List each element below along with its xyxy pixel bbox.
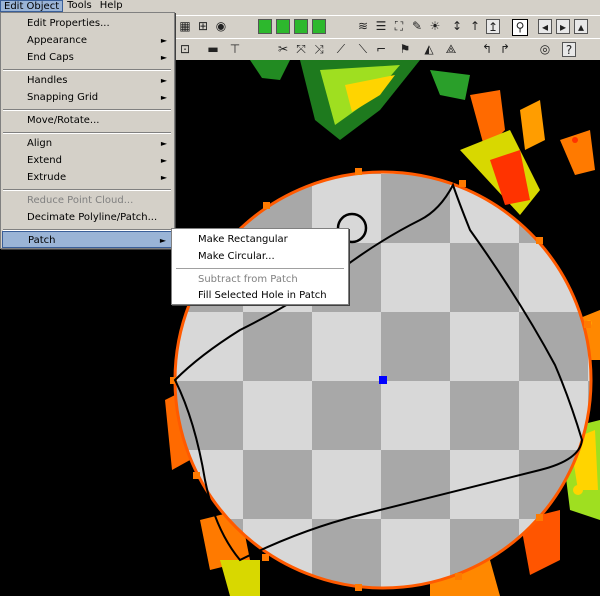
menu-item-label: Handles: [27, 75, 68, 86]
axis-x-icon[interactable]: ↕: [450, 19, 464, 34]
green-panel-icon[interactable]: [258, 19, 272, 34]
menu-item-label: Move/Rotate...: [27, 115, 100, 126]
menu-separator: [3, 109, 171, 111]
clip-icon[interactable]: ⤨: [312, 42, 326, 57]
menu-item-reduce-point-cloud[interactable]: Reduce Point Cloud...: [2, 192, 173, 209]
menu-item-snapping-grid[interactable]: Snapping Grid ►: [2, 89, 173, 106]
menu-item-label: Snapping Grid: [27, 92, 99, 103]
menu-item-move-rotate[interactable]: Move/Rotate...: [2, 112, 173, 129]
axis-z-icon[interactable]: ↥: [486, 19, 500, 34]
nav-right-icon[interactable]: ▸: [556, 19, 570, 34]
submenu-item-label: Make Circular...: [198, 251, 275, 262]
menu-help[interactable]: Help: [96, 0, 127, 12]
submenu-arrow-icon: ►: [160, 139, 167, 148]
menu-item-label: End Caps: [27, 52, 74, 63]
submenu-arrow-icon: ►: [160, 156, 167, 165]
submenu-arrow-icon: ►: [160, 53, 167, 62]
submenu-item-label: Subtract from Patch: [198, 274, 298, 285]
menu-item-patch[interactable]: Patch ►: [2, 231, 173, 248]
menu-tools[interactable]: Tools: [63, 0, 96, 12]
dimension-icon[interactable]: ⊡: [178, 42, 192, 57]
menu-item-label: Appearance: [27, 35, 88, 46]
green-panel-icon[interactable]: [312, 19, 326, 34]
slice-icon[interactable]: ⟋: [334, 42, 348, 57]
marker-icon[interactable]: ⚑: [398, 42, 412, 57]
menu-separator: [3, 69, 171, 71]
menu-item-decimate[interactable]: Decimate Polyline/Patch...: [2, 209, 173, 226]
menu-item-extend[interactable]: Extend ►: [2, 152, 173, 169]
submenu-arrow-icon: ►: [160, 93, 167, 102]
menu-edit-object[interactable]: Edit Object: [0, 0, 64, 12]
sample-icon[interactable]: ⛶: [392, 19, 406, 34]
green-panel-icon[interactable]: [276, 19, 290, 34]
scissors-icon[interactable]: ✂: [276, 42, 290, 57]
filter-icon[interactable]: ⟁: [444, 42, 458, 57]
menu-item-align[interactable]: Align ►: [2, 135, 173, 152]
submenu-item-subtract-from-patch[interactable]: Subtract from Patch: [174, 271, 346, 288]
toolbar-row-1: ▦ ⊞ ◉ ≋ ☰ ⛶ ✎ ☀ ↕ ↑ ↥ ⚲ ◂ ▸ ▴: [176, 15, 600, 39]
circle-icon[interactable]: ◉: [214, 19, 228, 34]
menu-item-label: Reduce Point Cloud...: [27, 195, 134, 206]
submenu-separator: [176, 268, 344, 269]
menu-item-handles[interactable]: Handles ►: [2, 72, 173, 89]
elbow-icon[interactable]: ↱: [498, 42, 512, 57]
grid-icon[interactable]: ▦: [178, 19, 192, 34]
trim-icon[interactable]: ⟍: [356, 42, 370, 57]
pen-icon[interactable]: ✎: [410, 19, 424, 34]
layers-icon[interactable]: ☰: [374, 19, 388, 34]
submenu-arrow-icon: ►: [160, 173, 167, 182]
menu-separator: [3, 132, 171, 134]
measure-icon[interactable]: ⊤: [228, 42, 242, 57]
menu-item-label: Align: [27, 138, 53, 149]
edit-object-dropdown: Edit Properties... Appearance ► End Caps ►…: [0, 12, 175, 249]
patch-submenu: Make Rectangular Make Circular... Subtra…: [171, 228, 349, 305]
submenu-arrow-icon: ►: [160, 76, 167, 85]
bracket-icon[interactable]: ⌐: [374, 42, 388, 57]
pipe-icon[interactable]: ↰: [480, 42, 494, 57]
nav-up-icon[interactable]: ▴: [574, 19, 588, 34]
menu-item-edit-properties[interactable]: Edit Properties...: [2, 15, 173, 32]
menu-item-extrude[interactable]: Extrude ►: [2, 169, 173, 186]
menu-item-label: Extend: [27, 155, 62, 166]
help-icon[interactable]: ?: [562, 42, 576, 57]
nav-left-icon[interactable]: ◂: [538, 19, 552, 34]
menu-item-label: Patch: [28, 235, 56, 246]
align-icon[interactable]: ⊞: [196, 19, 210, 34]
menu-item-appearance[interactable]: Appearance ►: [2, 32, 173, 49]
submenu-item-make-circular[interactable]: Make Circular...: [174, 248, 346, 265]
green-panel-icon[interactable]: [294, 19, 308, 34]
submenu-arrow-icon: ►: [159, 236, 166, 245]
ruler-icon[interactable]: ▬: [206, 42, 220, 57]
submenu-item-make-rectangular[interactable]: Make Rectangular: [174, 231, 346, 248]
menu-item-label: Edit Properties...: [27, 18, 110, 29]
pin-icon[interactable]: ⚲: [512, 19, 528, 36]
submenu-item-fill-selected-hole[interactable]: Fill Selected Hole in Patch: [174, 287, 346, 304]
cut-icon[interactable]: ⤧: [294, 42, 308, 57]
light-icon[interactable]: ☀: [428, 19, 442, 34]
menubar: Edit Object Tools Help: [0, 0, 600, 12]
menu-item-end-caps[interactable]: End Caps ►: [2, 49, 173, 66]
menu-separator: [3, 189, 171, 191]
submenu-arrow-icon: ►: [160, 36, 167, 45]
center-handle[interactable]: [379, 376, 387, 384]
reflect-icon[interactable]: ◭: [422, 42, 436, 57]
menu-item-label: Extrude: [27, 172, 67, 183]
eye-icon[interactable]: ◎: [538, 42, 552, 57]
axis-y-icon[interactable]: ↑: [468, 19, 482, 34]
stack-icon[interactable]: ≋: [356, 19, 370, 34]
submenu-item-label: Make Rectangular: [198, 234, 288, 245]
menu-item-label: Decimate Polyline/Patch...: [27, 212, 158, 223]
toolbar-row-2: ⊡ ▬ ⊤ ✂ ⤧ ⤨ ⟋ ⟍ ⌐ ⚑ ◭ ⟁ ↰ ↱ ◎ ?: [176, 38, 600, 62]
submenu-item-label: Fill Selected Hole in Patch: [198, 290, 327, 301]
